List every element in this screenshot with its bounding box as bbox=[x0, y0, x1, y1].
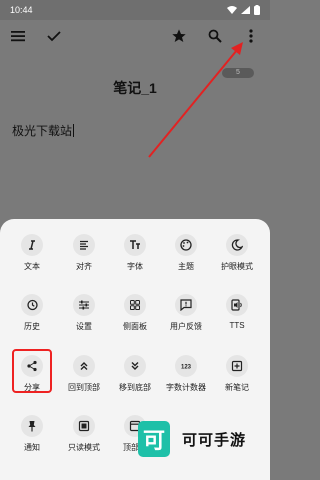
watermark-logo: 可 bbox=[138, 421, 170, 457]
annotation-arrow bbox=[148, 42, 243, 158]
watermark: 可 可可手游 bbox=[138, 421, 246, 457]
watermark-text: 可可手游 bbox=[182, 431, 247, 449]
